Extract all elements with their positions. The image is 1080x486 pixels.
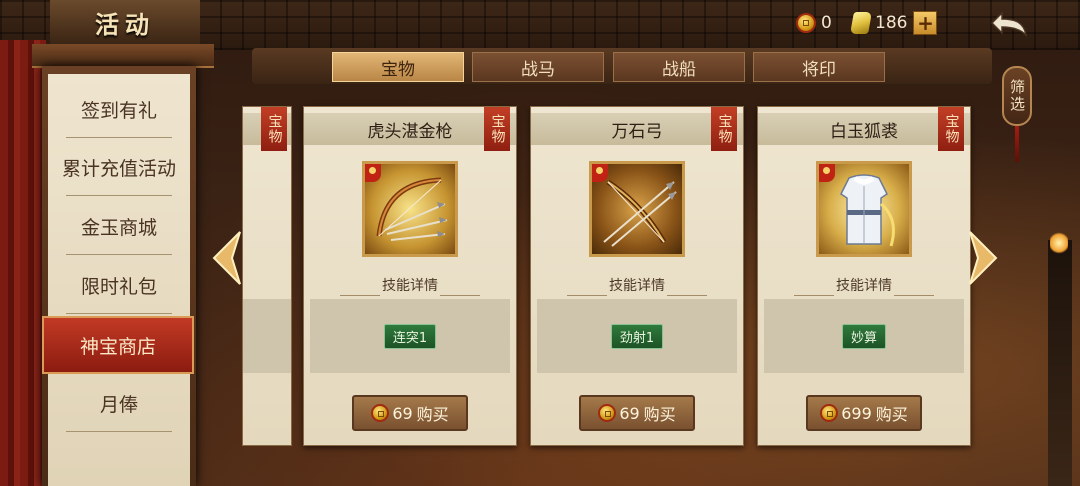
sidebar-item-limited-pack[interactable]: 限时礼包	[48, 256, 190, 314]
gold-coin-balance: 0	[796, 10, 832, 36]
partial-item-card[interactable]: 宝物	[242, 106, 292, 446]
skill-details-label: 技能详情	[758, 275, 970, 296]
chevron-left-icon	[212, 231, 241, 285]
sidebar-item-checkin[interactable]: 签到有礼	[48, 80, 190, 138]
page-title: 活动	[95, 9, 155, 39]
sidebar-item-treasure-shop[interactable]: 神宝商店	[42, 316, 194, 374]
tab-treasure[interactable]: 宝物	[332, 52, 464, 82]
item-type-tag: 宝物	[711, 107, 737, 151]
skill-details-label: 技能详情	[531, 275, 743, 296]
buy-button[interactable]: 69 购买	[352, 395, 468, 431]
buy-label: 购买	[875, 405, 908, 424]
title-plaque: 活动	[50, 0, 200, 46]
tab-warship[interactable]: 战船	[613, 52, 745, 82]
price-value: 69	[619, 403, 640, 423]
menu-top-bar	[32, 44, 214, 68]
buy-label: 购买	[643, 405, 676, 424]
sidebar-item-salary[interactable]: 月俸	[48, 374, 190, 432]
gold-coin-icon	[796, 13, 816, 33]
item-icon-frame[interactable]	[589, 161, 685, 257]
tassel-decoration	[1015, 126, 1019, 162]
gold-coin-icon	[371, 404, 390, 422]
back-arrow-icon	[990, 11, 1028, 37]
price-value: 699	[841, 403, 872, 423]
skill-tag[interactable]: 妙算	[841, 323, 886, 349]
lamp-post	[1048, 240, 1072, 486]
buy-button[interactable]: 699 购买	[806, 395, 922, 431]
left-curtain	[0, 40, 46, 486]
buy-button[interactable]: 69 购买	[579, 395, 695, 431]
sidebar-item-jade-mall[interactable]: 金玉商城	[48, 197, 190, 255]
filter-button[interactable]: 筛选	[1002, 66, 1032, 126]
skill-panel: 劲射1	[537, 299, 737, 373]
item-type-tag: 宝物	[938, 107, 964, 151]
item-card[interactable]: 白玉狐裘 宝物 技能详情 妙算 699 购买	[757, 106, 971, 446]
sidebar-item-recharge[interactable]: 累计充值活动	[48, 138, 190, 196]
skill-tag[interactable]: 连突1	[383, 323, 437, 349]
gold-coin-icon	[820, 404, 839, 422]
rank-badge	[365, 164, 381, 182]
scroll-left-button[interactable]	[204, 226, 248, 290]
skill-details-label: 技能详情	[304, 275, 516, 296]
scroll-right-button[interactable]	[962, 226, 1006, 290]
back-button[interactable]	[984, 6, 1034, 40]
chevron-right-icon	[969, 231, 998, 285]
item-card[interactable]: 万石弓 宝物 技能详情 劲射1 69 购买	[530, 106, 744, 446]
lamp-flame	[1050, 232, 1068, 254]
tab-general-seal[interactable]: 将印	[753, 52, 885, 82]
skill-tag[interactable]: 劲射1	[610, 323, 664, 349]
buy-label: 购买	[416, 405, 449, 424]
gold-coin-value: 0	[821, 13, 832, 33]
jade-ingot-value: 186	[875, 13, 908, 33]
jade-ingot-icon	[850, 12, 872, 34]
skill-panel: 连突1	[310, 299, 510, 373]
item-icon-frame[interactable]	[816, 161, 912, 257]
jade-ingot-balance: 186 +	[850, 10, 938, 36]
add-currency-button[interactable]: +	[913, 11, 938, 35]
rank-badge	[592, 164, 608, 182]
price-value: 69	[392, 403, 413, 423]
item-icon-frame[interactable]	[362, 161, 458, 257]
partial-card-skill-panel	[243, 299, 291, 373]
gold-coin-icon	[598, 404, 617, 422]
tab-warhorse[interactable]: 战马	[472, 52, 604, 82]
item-card[interactable]: 虎头湛金枪 宝物 技能详情 连突1 69 购买	[303, 106, 517, 446]
rank-badge	[819, 164, 835, 182]
partial-card-tag: 宝物	[261, 107, 287, 151]
shop-screen: 活动 0 186 + 签到有礼 累计充值活动 金玉商城 限时礼包 神宝商店 月俸…	[0, 0, 1080, 486]
skill-panel: 妙算	[764, 299, 964, 373]
item-type-tag: 宝物	[484, 107, 510, 151]
